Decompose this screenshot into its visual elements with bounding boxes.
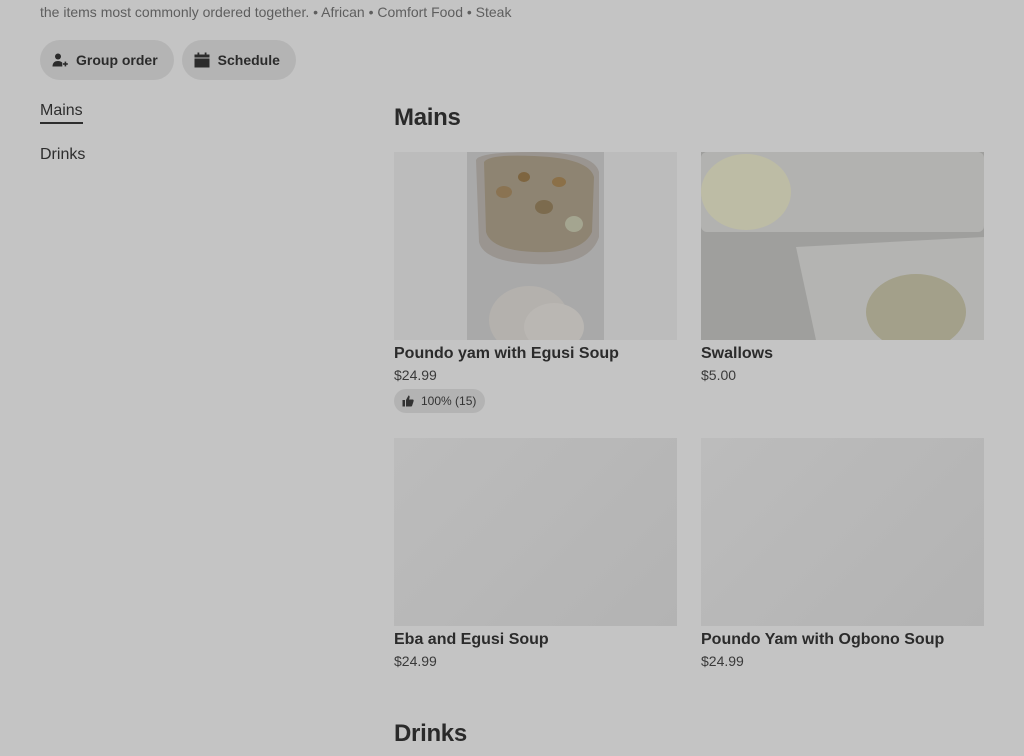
- menu-item-price: $24.99: [394, 653, 437, 669]
- section-title-mains: Mains: [394, 104, 461, 131]
- section-title-drinks: Drinks: [394, 720, 467, 747]
- menu-item-image-placeholder: [701, 438, 984, 626]
- menu-item-image: [394, 152, 677, 340]
- category-nav: Mains Drinks: [40, 102, 85, 188]
- schedule-label: Schedule: [217, 52, 280, 68]
- menu-item-card[interactable]: Swallows $5.00: [701, 152, 984, 383]
- calendar-icon: [194, 52, 210, 68]
- rating-text: 100% (15): [421, 394, 477, 408]
- rating-badge: 100% (15): [394, 389, 486, 413]
- menu-item-card[interactable]: Poundo yam with Egusi Soup $24.99 100% (…: [394, 152, 677, 413]
- menu-item-price: $5.00: [701, 367, 737, 383]
- menu-item-price: $24.99: [394, 367, 437, 383]
- thumbs-up-icon: [402, 395, 414, 407]
- group-order-label: Group order: [76, 52, 158, 68]
- schedule-button[interactable]: Schedule: [181, 40, 296, 80]
- menu-item-name: Poundo yam with Egusi Soup: [394, 345, 619, 362]
- group-order-button[interactable]: Group order: [40, 40, 174, 80]
- menu-item-price: $24.99: [701, 653, 744, 669]
- menu-item-card[interactable]: Eba and Egusi Soup $24.99: [394, 438, 677, 669]
- menu-item-name: Swallows: [701, 345, 774, 362]
- menu-item-image: [701, 152, 984, 340]
- store-actions: Group order Schedule: [40, 40, 296, 80]
- store-subtitle: the items most commonly ordered together…: [40, 4, 512, 20]
- menu-item-name: Eba and Egusi Soup: [394, 631, 549, 648]
- store-page: the items most commonly ordered together…: [0, 0, 1024, 756]
- nav-item-drinks[interactable]: Drinks: [40, 146, 85, 166]
- menu-item-card[interactable]: Poundo Yam with Ogbono Soup $24.99: [701, 438, 984, 669]
- nav-item-mains[interactable]: Mains: [40, 102, 83, 124]
- menu-item-name: Poundo Yam with Ogbono Soup: [701, 631, 945, 648]
- person-plus-icon: [52, 53, 68, 67]
- menu-item-image-placeholder: [394, 438, 677, 626]
